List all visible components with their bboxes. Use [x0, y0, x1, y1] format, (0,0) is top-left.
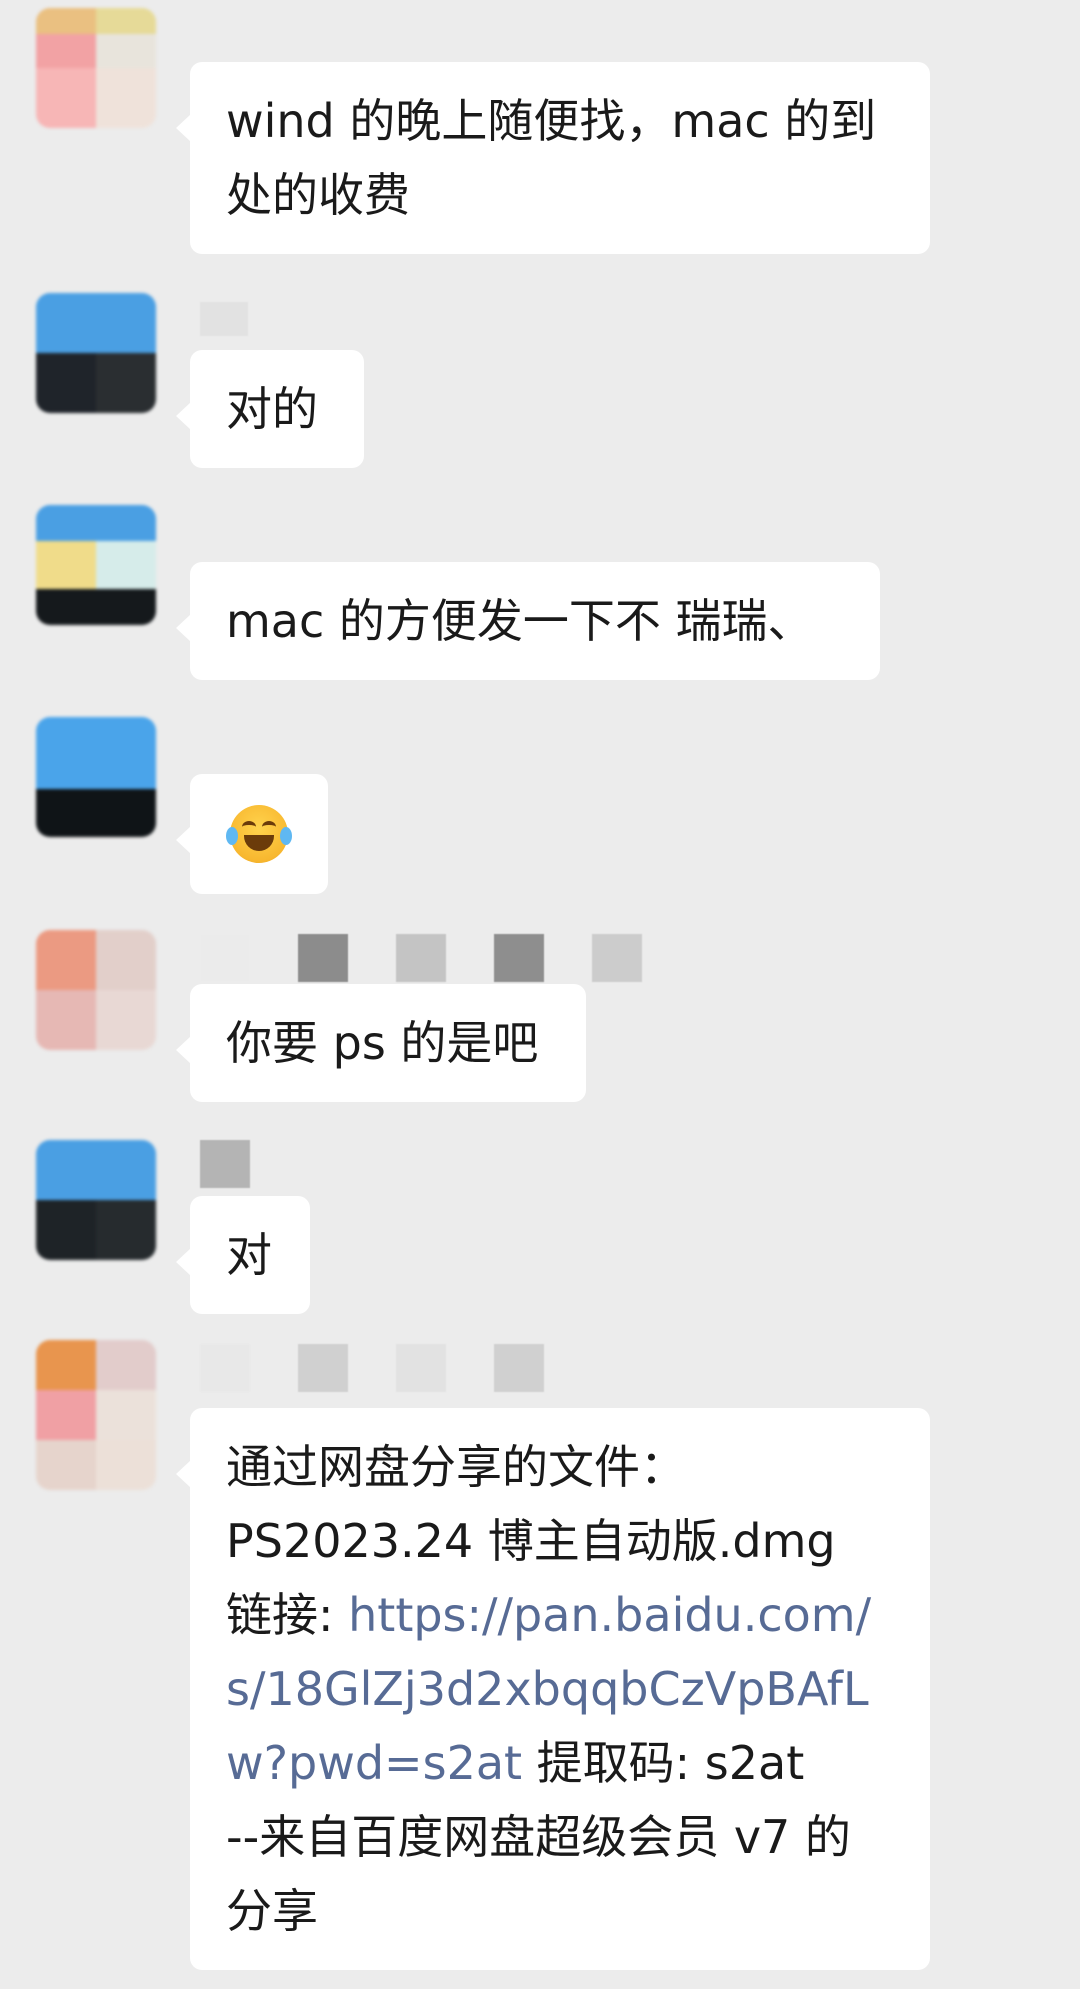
message-text: 你要 ps 的是吧 [226, 1016, 539, 1070]
message-bubble[interactable]: 你要 ps 的是吧 [176, 984, 586, 1102]
share-message-bubble[interactable]: 通过网盘分享的文件： PS2023.24 博主自动版.dmg 链接: https… [176, 1408, 930, 1970]
share-link-line: 链接: https://pan.baidu.com/s/18GlZj3d2xbq… [226, 1578, 894, 1800]
sender-name [200, 934, 642, 982]
avatar[interactable] [36, 1340, 156, 1490]
extraction-code: 提取码: s2at [522, 1736, 805, 1790]
message-text: 对 [226, 1228, 272, 1282]
share-footer: --来自百度网盘超级会员 v7 的分享 [226, 1810, 851, 1938]
avatar[interactable] [36, 1140, 156, 1260]
avatar[interactable] [36, 8, 156, 128]
message-bubble[interactable]: 对 [176, 1196, 310, 1314]
message-text: mac 的方便发一下不 瑞瑞、 [226, 594, 814, 648]
share-filename: PS2023.24 博主自动版.dmg [226, 1514, 836, 1568]
chat-view[interactable]: wind 的晚上随便找，mac 的到处的收费 对的 mac 的方便发一下不 瑞瑞… [0, 0, 1080, 1989]
share-title: 通过网盘分享的文件： [226, 1440, 686, 1494]
avatar[interactable] [36, 293, 156, 413]
avatar[interactable] [36, 505, 156, 625]
avatar[interactable] [36, 717, 156, 837]
sender-name [200, 1140, 250, 1188]
tears-of-joy-emoji-icon [226, 805, 292, 863]
message-bubble[interactable] [176, 774, 328, 894]
link-label: 链接: [226, 1588, 349, 1642]
sender-name [200, 1344, 544, 1392]
message-bubble[interactable]: mac 的方便发一下不 瑞瑞、 [176, 562, 880, 680]
message-text: wind 的晚上随便找，mac 的到处的收费 [226, 94, 877, 222]
sender-name [200, 301, 248, 337]
message-bubble[interactable]: wind 的晚上随便找，mac 的到处的收费 [176, 62, 930, 254]
message-bubble[interactable]: 对的 [176, 350, 364, 468]
message-text: 对的 [226, 382, 318, 436]
avatar[interactable] [36, 930, 156, 1050]
